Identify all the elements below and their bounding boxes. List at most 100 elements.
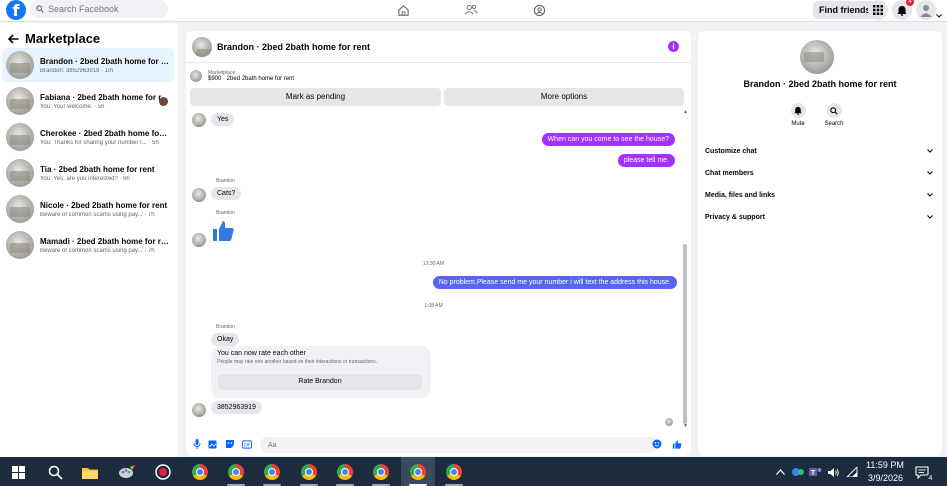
- find-friends-button[interactable]: Find friends: [813, 1, 877, 19]
- clock-date[interactable]: 3/9/2026: [868, 473, 903, 483]
- message-outgoing: When can you come to see the house?: [541, 133, 675, 146]
- back-arrow-icon[interactable]: [8, 33, 19, 44]
- facebook-logo[interactable]: f: [6, 0, 26, 20]
- listing-title: $900 · 2bed 2bath home for rent: [208, 76, 295, 82]
- chrome-profile-icon-7[interactable]: [445, 463, 463, 481]
- message-list[interactable]: Yes When can you come to see the house? …: [186, 109, 691, 431]
- sender-name: Brandon: [216, 178, 235, 184]
- home-icon[interactable]: [394, 2, 412, 18]
- row-label: Privacy & support: [705, 213, 765, 221]
- microphone-icon[interactable]: [192, 439, 202, 449]
- chrome-profile-icon-3[interactable]: [300, 463, 318, 481]
- thumbs-up-icon: [211, 219, 235, 249]
- account-chevron-down-icon[interactable]: [936, 14, 942, 18]
- chrome-icon[interactable]: [191, 463, 209, 481]
- scrollbar-thumb[interactable]: [683, 244, 687, 424]
- rate-card-subtitle: People may rate one another based on the…: [217, 359, 378, 365]
- search-in-conversation-button[interactable]: Search: [809, 103, 859, 127]
- media-files-links-row[interactable]: Media, files and links: [705, 188, 933, 202]
- chat-window: Brandon · 2bed 2bath home for rent i Mar…: [186, 31, 691, 456]
- chevron-down-icon: [927, 149, 933, 153]
- sender-avatar: [192, 113, 206, 127]
- chat-members-row[interactable]: Chat members: [705, 166, 933, 180]
- row-label: Media, files and links: [705, 191, 776, 199]
- customize-chat-row[interactable]: Customize chat: [705, 144, 933, 158]
- message-incoming: Cats?: [211, 187, 242, 200]
- conversation-preview: Beware of common scams using pay... · 7h: [40, 211, 155, 218]
- bell-icon: [794, 106, 802, 115]
- groups-icon[interactable]: [530, 2, 548, 18]
- taskbar-search-icon[interactable]: [46, 463, 64, 481]
- paint-app-icon[interactable]: [118, 463, 136, 481]
- avatar: [6, 123, 34, 151]
- conversation-item-nicole[interactable]: Nicole · 2bed 2bath home for rent Beware…: [2, 192, 174, 226]
- message-incoming: Okay: [211, 333, 240, 346]
- gif-icon[interactable]: GIF: [242, 439, 252, 449]
- like-send-icon[interactable]: [672, 439, 682, 449]
- photo-icon[interactable]: [208, 439, 218, 449]
- sender-name: Brandon: [216, 324, 235, 330]
- conversation-name: Mamadi · 2bed 2bath home for rent: [40, 236, 170, 246]
- friends-icon[interactable]: [462, 2, 480, 18]
- message-outgoing: No problem.Please send me your number i …: [432, 276, 677, 289]
- profile-avatar[interactable]: [916, 0, 936, 20]
- scroll-up-arrow-icon[interactable]: ▲: [683, 109, 688, 115]
- message-incoming: 3852963919: [211, 401, 262, 414]
- sender-avatar: [192, 233, 206, 247]
- conversation-name: Nicole · 2bed 2bath home for rent: [40, 200, 168, 210]
- conversation-item-fabiana[interactable]: Fabiana · 2bed 2bath home for r... You: …: [2, 84, 174, 118]
- contact-avatar[interactable]: [800, 40, 834, 74]
- conversation-preview: You: Yes, are you interested? · 6h: [40, 175, 130, 182]
- conversation-item-brandon[interactable]: Brandon · 2bed 2bath home for rent Brand…: [2, 48, 174, 82]
- emoji-icon[interactable]: [652, 439, 662, 449]
- conversation-item-tia[interactable]: Tia · 2bed 2bath home for rent You: Yes,…: [2, 156, 174, 190]
- windows-start-icon[interactable]: [9, 463, 27, 481]
- avatar: [6, 195, 34, 223]
- row-label: Customize chat: [705, 147, 757, 155]
- conversation-name: Brandon · 2bed 2bath home for rent: [40, 56, 170, 66]
- message-timestamp: 12:30 AM: [422, 261, 445, 267]
- chat-avatar[interactable]: [192, 36, 212, 57]
- search-icon: [830, 106, 838, 115]
- mark-as-pending-button[interactable]: Mark as pending: [190, 88, 441, 106]
- chrome-profile-icon-active[interactable]: [409, 463, 427, 481]
- volume-icon[interactable]: [826, 463, 840, 481]
- chat-title[interactable]: Brandon · 2bed 2bath home for rent: [217, 42, 370, 52]
- clock-time[interactable]: 11:59 PM: [866, 460, 904, 470]
- conversation-item-mamadi[interactable]: Mamadi · 2bed 2bath home for rent Beware…: [2, 228, 174, 262]
- seen-avatar: [665, 418, 673, 426]
- seen-avatar: [159, 97, 168, 106]
- file-explorer-icon[interactable]: [81, 463, 99, 481]
- show-hidden-icons-chevron-up-icon[interactable]: [774, 463, 786, 481]
- sender-avatar: [192, 188, 206, 202]
- wifi-icon[interactable]: [845, 463, 859, 481]
- sticker-icon[interactable]: [225, 439, 235, 449]
- chrome-profile-icon-4[interactable]: [336, 463, 354, 481]
- message-timestamp: 1:08 AM: [424, 303, 443, 309]
- record-app-icon[interactable]: [154, 463, 172, 481]
- chrome-profile-icon-5[interactable]: [372, 463, 390, 481]
- conversation-item-cherokee[interactable]: Cherokee · 2bed 2bath home for r... You:…: [2, 120, 174, 154]
- chrome-profile-c-icon[interactable]: [227, 463, 245, 481]
- marketplace-title: Marketplace: [25, 31, 101, 46]
- message-input[interactable]: [260, 437, 658, 453]
- avatar: [6, 51, 34, 79]
- rate-brandon-button[interactable]: Rate Brandon: [218, 374, 422, 390]
- scroll-down-arrow-icon[interactable]: ▼: [683, 423, 688, 429]
- more-options-button[interactable]: More options: [444, 88, 684, 106]
- teams-icon[interactable]: T: [808, 463, 822, 481]
- message-incoming: Yes: [211, 113, 235, 126]
- notification-center-badge: 4: [926, 474, 935, 483]
- rate-each-other-card: You can now rate each other People may r…: [211, 346, 431, 398]
- windows-taskbar: T 11:59 PM 3/9/2026 4: [0, 457, 947, 486]
- privacy-support-row[interactable]: Privacy & support: [705, 210, 933, 224]
- conversation-name: Fabiana · 2bed 2bath home for r...: [40, 92, 168, 102]
- tray-app-icon[interactable]: [790, 463, 806, 481]
- message-composer: GIF: [186, 434, 691, 456]
- info-icon[interactable]: i: [668, 41, 679, 52]
- search-input[interactable]: [48, 4, 158, 14]
- listing-summary[interactable]: Marketplace $900 · 2bed 2bath home for r…: [190, 66, 687, 86]
- menu-grid-icon[interactable]: [868, 0, 888, 20]
- search-box[interactable]: [30, 0, 168, 18]
- chrome-profile-icon-2[interactable]: [263, 463, 281, 481]
